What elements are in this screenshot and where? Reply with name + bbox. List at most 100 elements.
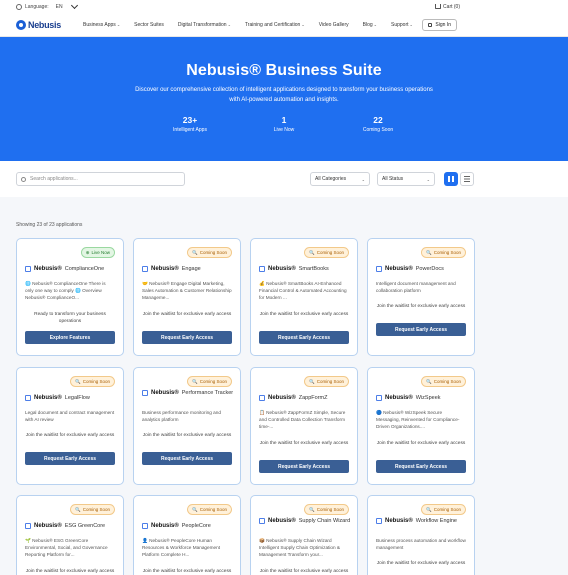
app-description: 🤝 Nebusis® Engage Digital Marketing, Sal…	[142, 281, 232, 300]
logo[interactable]: Nebusis	[16, 19, 74, 30]
request-early-access-button[interactable]: Request Early Access	[259, 460, 349, 473]
logo-mark-icon	[16, 19, 26, 30]
app-name: PeopleCore	[181, 523, 211, 529]
app-description: 🌱 Nebusis® ESG GreenCore Environmental, …	[25, 538, 108, 557]
app-card[interactable]: 🔍 Coming Soon Nebusis® ESG GreenCore 🌱 Ne…	[16, 495, 124, 575]
app-card[interactable]: 🔍 Coming Soon Nebusis® SmartBooks 💰 Nebus…	[250, 238, 358, 356]
app-card[interactable]: 🔍 Coming Soon Nebusis® Workflow Engine Bu…	[367, 495, 475, 575]
status-badge: 🔍 Coming Soon	[70, 376, 115, 387]
app-card[interactable]: 🔍 Coming Soon Nebusis® Supply Chain Wizar…	[250, 495, 358, 575]
card-title: Nebusis® Supply Chain Wizard	[259, 518, 351, 524]
stat-value: 22	[373, 115, 383, 125]
language-label: Language:	[25, 3, 49, 10]
app-card[interactable]: 🔍 Coming Soon Nebusis® PowerDocs Intellig…	[367, 238, 475, 356]
status-badge: ⊕ Live Now	[80, 247, 115, 258]
status-value: All Status	[382, 176, 404, 182]
app-icon	[25, 266, 31, 272]
status-badge: 🔍 Coming Soon	[187, 504, 232, 515]
app-description: 🔵 Nebusis® WizSpeek Secure Messaging, Re…	[376, 410, 460, 429]
nav-sector-suites[interactable]: Sector Suites	[127, 22, 171, 28]
waitlist-text: Join the waitlist for exclusive early ac…	[259, 441, 349, 446]
list-view-button[interactable]	[460, 172, 474, 186]
badge-label: Coming Soon	[199, 507, 227, 512]
nav-training[interactable]: Training and Certification⌄	[238, 22, 312, 28]
card-title: Nebusis® Performance Tracker	[142, 390, 234, 396]
app-name: LegalFlow	[64, 395, 90, 401]
request-early-access-button[interactable]: Request Early Access	[376, 460, 466, 473]
card-title: Nebusis® ComplianceOne	[25, 266, 117, 272]
logo-text: Nebusis	[28, 19, 61, 30]
status-select[interactable]: All Status ⌄	[377, 172, 435, 186]
app-brand: Nebusis®	[268, 395, 296, 401]
stat-value: 1	[281, 115, 287, 125]
badge-icon: ⊕	[85, 249, 90, 255]
filter-bar: Search applications... All Categories ⌄ A…	[0, 161, 568, 197]
app-card[interactable]: 🔍 Coming Soon Nebusis® Performance Tracke…	[133, 367, 241, 485]
sign-in-button[interactable]: Sign In	[422, 18, 457, 31]
app-brand: Nebusis®	[34, 266, 62, 272]
hero-subtitle: Discover our comprehensive collection of…	[135, 87, 433, 103]
stat-label: Intelligent Apps	[173, 127, 207, 133]
app-icon	[376, 266, 382, 272]
request-early-access-button[interactable]: Request Early Access	[25, 452, 115, 465]
app-icon	[25, 523, 31, 529]
badge-icon: 🔍	[309, 506, 315, 512]
app-name: ComplianceOne	[64, 266, 105, 272]
badge-icon: 🔍	[75, 506, 81, 512]
sign-in-label: Sign In	[435, 21, 451, 28]
waitlist-text: Ready to transform your business operati…	[34, 312, 106, 324]
badge-label: Live Now	[91, 250, 110, 255]
category-value: All Categories	[315, 176, 347, 182]
app-description: 💰 Nebusis® SmartBooks AI-Enhanced Financ…	[259, 281, 347, 300]
hero-stats: 23+ Intelligent Apps 1 Live Now 22 Comin…	[0, 115, 568, 133]
request-early-access-button[interactable]: Request Early Access	[376, 323, 466, 336]
card-title: Nebusis® WizSpeek	[376, 395, 468, 401]
app-card[interactable]: 🔍 Coming Soon Nebusis® PeopleCore 👤 Nebus…	[133, 495, 241, 575]
nav-blog[interactable]: Blog⌄	[356, 22, 384, 28]
badge-icon: 🔍	[426, 378, 432, 384]
card-title: Nebusis® LegalFlow	[25, 395, 117, 401]
chevron-down-icon[interactable]	[70, 1, 78, 9]
nav-support[interactable]: Support⌄	[384, 22, 420, 28]
app-description: 📋 Nebusis® ZappFormZ Simple, Secure and …	[259, 410, 346, 429]
app-card[interactable]: 🔍 Coming Soon Nebusis® ZappFormZ 📋 Nebusi…	[250, 367, 358, 485]
nav-business-apps[interactable]: Business Apps⌄	[76, 22, 127, 28]
request-early-access-button[interactable]: Request Early Access	[142, 331, 232, 344]
app-brand: Nebusis®	[385, 518, 413, 524]
waitlist-text: Join the waitlist for exclusive early ac…	[376, 441, 466, 446]
language-value[interactable]: EN	[56, 4, 63, 10]
top-bar: Language: EN Cart (0)	[0, 0, 568, 13]
waitlist-text: Join the waitlist for exclusive early ac…	[142, 569, 232, 574]
cart-link[interactable]: Cart (0)	[435, 4, 460, 10]
nav-video-gallery[interactable]: Video Gallery	[312, 22, 356, 28]
request-early-access-button[interactable]: Request Early Access	[259, 331, 349, 344]
app-card[interactable]: 🔍 Coming Soon Nebusis® WizSpeek 🔵 Nebusis…	[367, 367, 475, 485]
status-badge: 🔍 Coming Soon	[421, 504, 466, 515]
nav-digital-transformation[interactable]: Digital Transformation⌄	[171, 22, 238, 28]
app-description: Legal document and contract management w…	[25, 410, 115, 422]
stat-coming: 22 Coming Soon	[331, 115, 425, 133]
search-input[interactable]: Search applications...	[16, 172, 185, 186]
explore-features-button[interactable]: Explore Features	[25, 331, 115, 344]
badge-label: Coming Soon	[82, 507, 110, 512]
app-card[interactable]: 🔍 Coming Soon Nebusis® LegalFlow Legal do…	[16, 367, 124, 485]
stat-label: Live Now	[273, 127, 295, 133]
app-description: Intelligent document management and coll…	[376, 281, 456, 293]
app-card[interactable]: ⊕ Live Now Nebusis® ComplianceOne 🌐 Nebus…	[16, 238, 124, 356]
badge-label: Coming Soon	[433, 507, 461, 512]
badge-label: Coming Soon	[433, 250, 461, 255]
category-select[interactable]: All Categories ⌄	[310, 172, 370, 186]
app-brand: Nebusis®	[151, 390, 179, 396]
card-title: Nebusis® Workflow Engine	[376, 518, 468, 524]
badge-icon: 🔍	[426, 506, 432, 512]
app-card[interactable]: 🔍 Coming Soon Nebusis® Engage 🤝 Nebusis® …	[133, 238, 241, 356]
waitlist-text: Join the waitlist for exclusive early ac…	[259, 312, 349, 317]
status-badge: 🔍 Coming Soon	[304, 376, 349, 387]
grid-view-button[interactable]	[444, 172, 458, 186]
app-name: Supply Chain Wizard	[298, 518, 351, 524]
app-description: Business performance monitoring and anal…	[142, 410, 221, 422]
request-early-access-button[interactable]: Request Early Access	[142, 452, 232, 465]
app-name: SmartBooks	[298, 266, 329, 272]
waitlist-text: Join the waitlist for exclusive early ac…	[25, 569, 115, 574]
language-selector[interactable]: Language: EN	[16, 1, 78, 10]
